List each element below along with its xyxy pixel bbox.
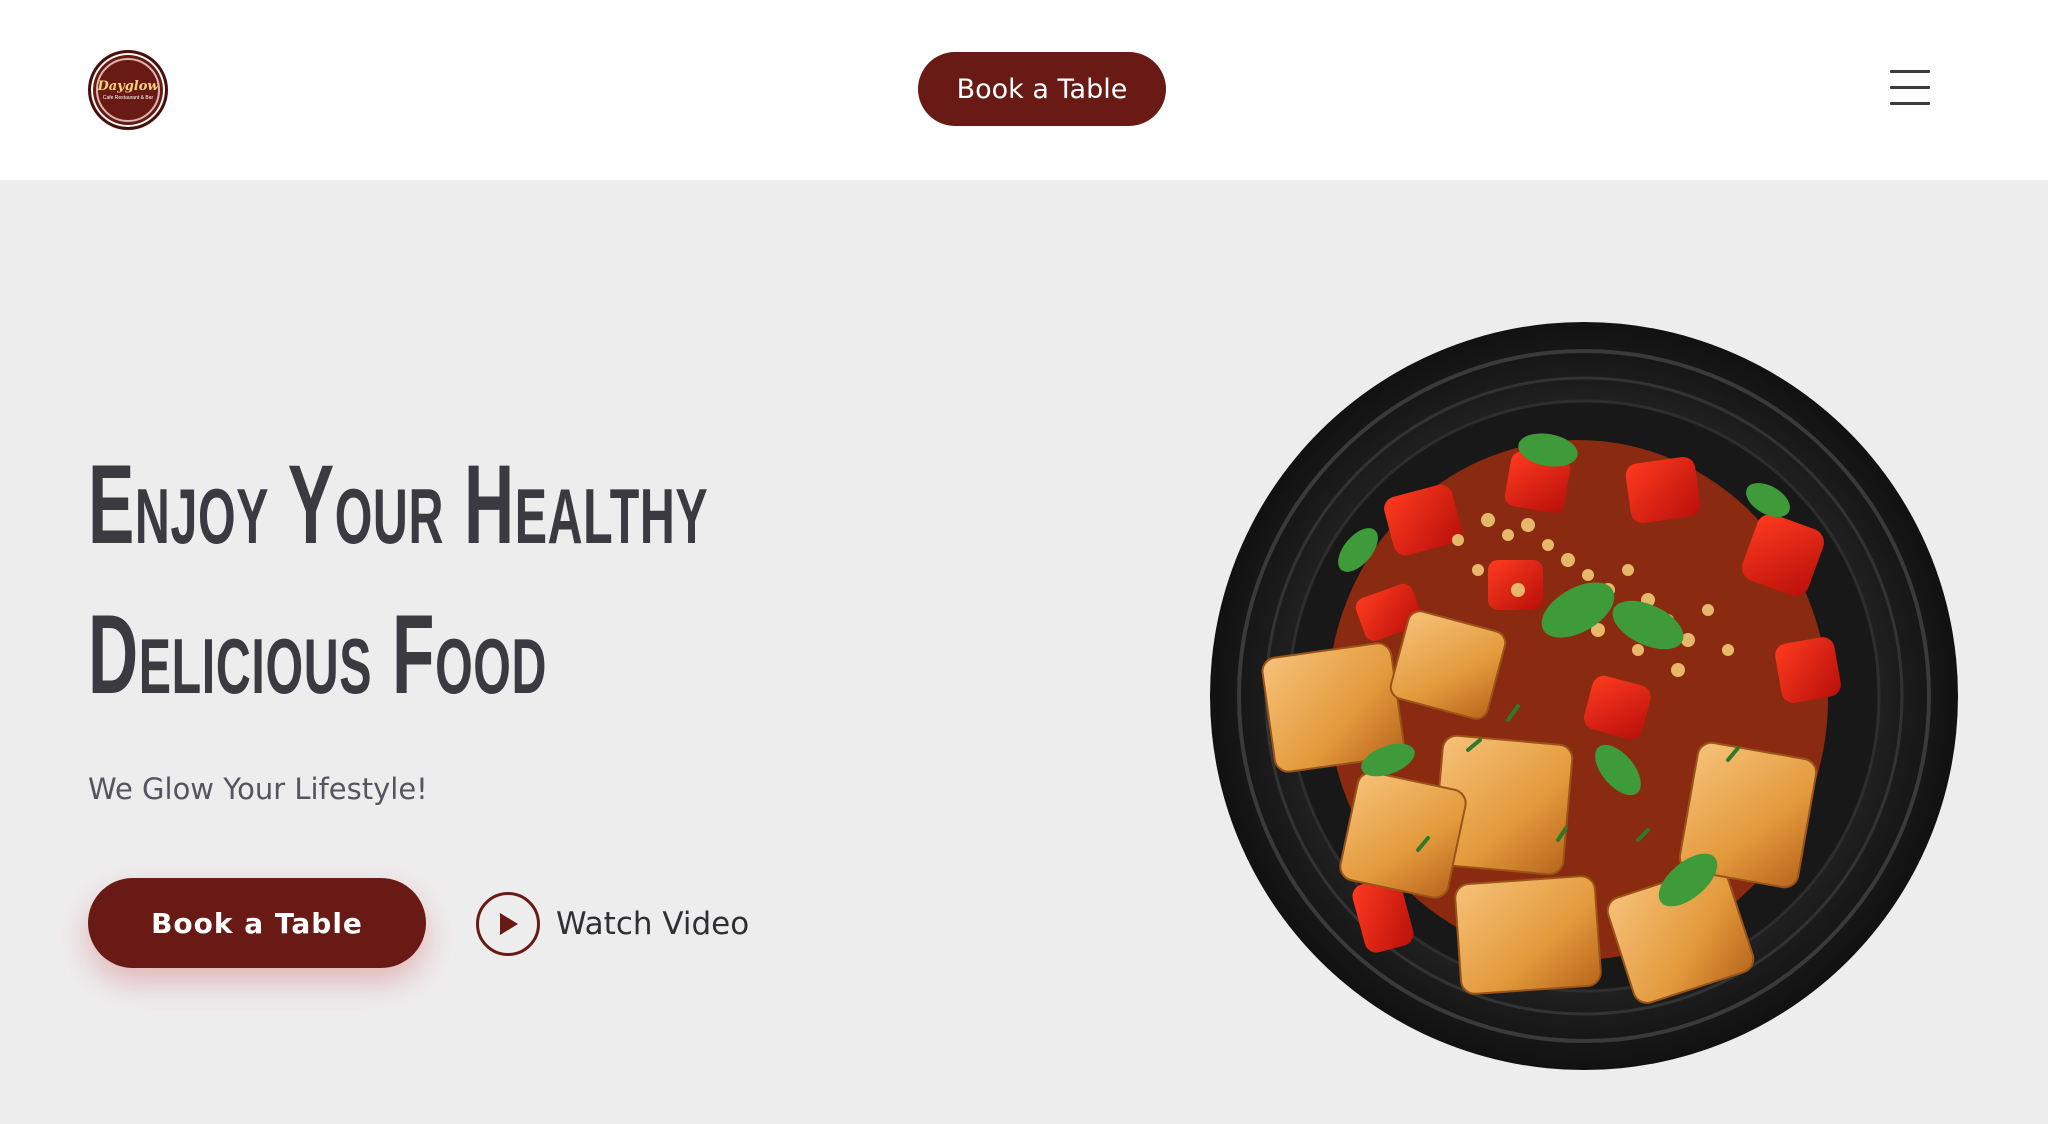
- menu-line: [1890, 102, 1930, 105]
- header-book-table-button[interactable]: Book a Table: [918, 52, 1166, 126]
- logo-badge: Dayglow Cafe Restaurant & Bar: [96, 58, 160, 122]
- watch-video-button[interactable]: Watch Video: [476, 892, 749, 956]
- hero-headline: Enjoy Your Healthy Delicious Food: [88, 430, 709, 730]
- menu-line: [1890, 70, 1930, 73]
- watch-video-label: Watch Video: [556, 906, 750, 942]
- hamburger-menu-icon[interactable]: [1890, 68, 1932, 108]
- food-plate-image: [1210, 322, 1958, 1070]
- logo-subtitle: Cafe Restaurant & Bar: [102, 94, 154, 101]
- play-icon[interactable]: [476, 892, 540, 956]
- site-header: Dayglow Cafe Restaurant & Bar Book a Tab…: [0, 0, 2048, 180]
- play-triangle: [500, 913, 518, 935]
- menu-line: [1890, 86, 1930, 89]
- hero-section: Enjoy Your Healthy Delicious Food We Glo…: [0, 180, 2048, 1124]
- page: Dayglow Cafe Restaurant & Bar Book a Tab…: [0, 0, 2048, 1124]
- headline-line-1: Enjoy Your Healthy: [88, 442, 709, 567]
- headline-line-2: Delicious Food: [88, 592, 548, 717]
- hero-book-table-button[interactable]: Book a Table: [88, 878, 426, 968]
- hero-tagline: We Glow Your Lifestyle!: [88, 772, 428, 806]
- logo-name: Dayglow: [97, 78, 159, 94]
- logo[interactable]: Dayglow Cafe Restaurant & Bar: [88, 50, 168, 130]
